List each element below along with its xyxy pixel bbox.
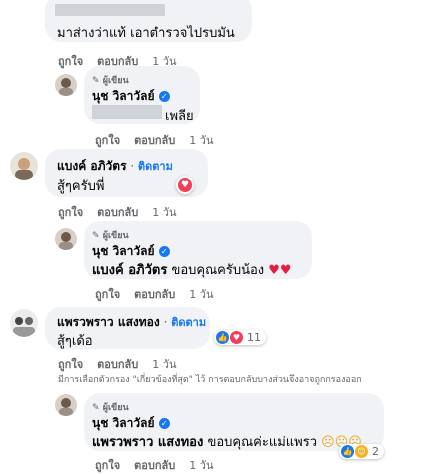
avatar-image [59,232,73,250]
timestamp[interactable]: 1 วัน [189,131,213,149]
comment-actions: ถูกใจ ตอบกลับ 1 วัน [95,285,213,303]
reaction-badge[interactable]: 👍 ♥ 11 [214,330,266,345]
timestamp[interactable]: 1 วัน [152,203,176,221]
filter-notice: มีการเลือกตัวกรอง "เกี่ยวข้องที่สุด" ไว้… [58,375,362,385]
comment-text: แพรวพราว แสงทอง ขอบคุณค่ะแม่แพรว ☹☹☹ [92,431,362,452]
author-badge: ✎ ผู้เขียน [92,73,129,87]
like-reaction-icon: 👍 [216,331,229,344]
reaction-badge[interactable]: ♥ [176,176,194,194]
heart-emoji-icon: ♥♥ [268,263,292,278]
pencil-icon: ✎ [92,76,100,86]
reply-link[interactable]: ตอบกลับ [97,355,138,373]
comment-text: สู้ๆครับพี่ [57,179,105,194]
comment-bubble: แพรวพราว แสงทอง · ติดตาม สู้ๆเด้อ [45,307,210,349]
comment-text: มาส่างว่าแท้ เอาตำรวจไปรบมัน [57,26,235,41]
like-link[interactable]: ถูกใจ [95,456,120,474]
avatar-image [59,78,73,96]
love-reaction-icon: ♥ [230,331,243,344]
avatar-image [15,158,33,180]
comment-bubble: ✎ ผู้เขียน นุช วิลาวัลย์ ✓ แพรวพราว แสงท… [84,393,384,451]
mention-link[interactable]: แบงค์ อภิวัตร [92,263,167,278]
commenter-name[interactable]: นุช วิลาวัลย์ ✓ [92,87,170,106]
like-link[interactable]: ถูกใจ [58,52,83,70]
avatar[interactable] [55,74,77,96]
comment-text: แบงค์ อภิวัตร ขอบคุณครับน้อง ♥♥ [92,259,292,280]
commenter-name-text: นุช วิลาวัลย์ [92,89,155,103]
comment-bubble: ✎ ผู้เขียน นุช วิลาวัลย์ ✓ แบงค์ อภิวัตร… [84,221,312,279]
timestamp[interactable]: 1 วัน [152,355,176,373]
pencil-icon: ✎ [92,403,100,413]
comment-bubble: มาส่างว่าแท้ เอาตำรวจไปรบมัน [45,0,252,42]
reply-link[interactable]: ตอบกลับ [97,203,138,221]
like-link[interactable]: ถูกใจ [95,131,120,149]
comment-body: ขอบคุณค่ะแม่แพรว [207,435,317,450]
avatar[interactable] [55,394,77,416]
comment-text: สู้ๆเด้อ [57,334,93,349]
comment-text: เพลีย [165,109,194,124]
like-link[interactable]: ถูกใจ [58,203,83,221]
commenter-name[interactable]: แบงค์ อภิวัตร [57,159,127,173]
author-badge: ✎ ผู้เขียน [92,228,129,242]
follow-button[interactable]: ติดตาม [171,316,206,329]
comment-bubble: ✎ ผู้เขียน นุช วิลาวัลย์ ✓ เพลีย [84,66,200,124]
pencil-icon: ✎ [92,231,100,241]
avatar[interactable] [10,309,38,337]
comment-actions: ถูกใจ ตอบกลับ 1 วัน [95,456,213,474]
verified-icon: ✓ [158,418,170,429]
comment-actions: ถูกใจ ตอบกลับ 1 วัน [58,355,176,373]
author-badge-label: ผู้เขียน [102,231,129,241]
author-badge-label: ผู้เขียน [102,76,129,86]
comment-body: ขอบคุณครับน้อง [171,263,265,278]
comment-actions: ถูกใจ ตอบกลับ 1 วัน [95,131,213,149]
comment-header: แบงค์ อภิวัตร · ติดตาม [57,157,173,176]
mention-link[interactable]: แพรวพราว แสงทอง [92,435,203,450]
commenter-name[interactable]: แพรวพราว แสงทอง [57,315,160,329]
reply-link[interactable]: ตอบกลับ [134,285,175,303]
avatar[interactable] [10,152,38,180]
commenter-name-text: นุช วิลาวัลย์ [92,244,155,258]
commenter-name-text: นุช วิลาวัลย์ [92,416,155,430]
author-badge-label: ผู้เขียน [102,403,129,413]
avatar-image [59,398,73,416]
reply-link[interactable]: ตอบกลับ [134,131,175,149]
timestamp[interactable]: 1 วัน [189,456,213,474]
separator: · [163,315,168,329]
blurred-name [55,4,165,16]
verified-icon: ✓ [158,91,170,102]
care-reaction-icon: ☺ [355,445,368,458]
separator: · [130,159,135,173]
avatar-image [13,317,35,337]
follow-button[interactable]: ติดตาม [138,160,173,173]
reaction-count: 2 [372,445,379,458]
verified-icon: ✓ [158,246,170,257]
like-reaction-icon: 👍 [341,445,354,458]
like-link[interactable]: ถูกใจ [95,285,120,303]
comment-actions: ถูกใจ ตอบกลับ 1 วัน [58,203,176,221]
avatar[interactable] [55,228,77,250]
author-badge: ✎ ผู้เขียน [92,400,129,414]
reaction-count: 11 [247,331,261,344]
like-link[interactable]: ถูกใจ [58,355,83,373]
reaction-badge[interactable]: 👍 ☺ 2 [339,444,384,459]
blurred-mention [92,105,162,119]
love-reaction-icon: ♥ [178,178,192,192]
timestamp[interactable]: 1 วัน [189,285,213,303]
reply-link[interactable]: ตอบกลับ [134,456,175,474]
